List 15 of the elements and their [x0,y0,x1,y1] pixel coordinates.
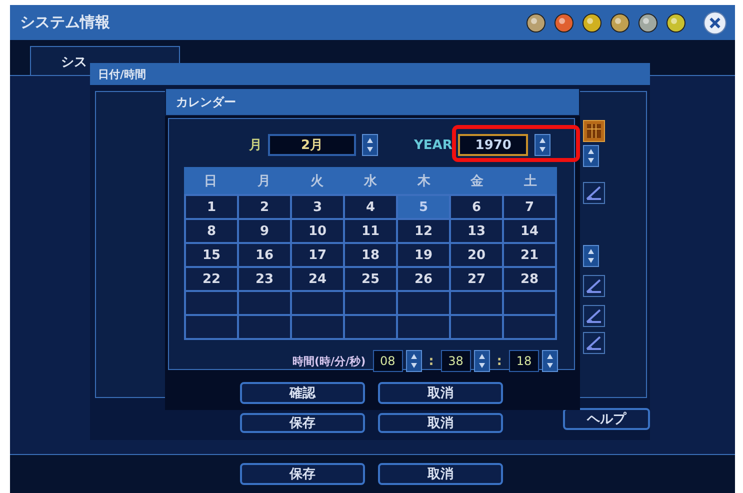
weekday-header: 金 [470,172,485,190]
year-label: YEAR [414,138,452,152]
weekday-header: 日 [203,172,218,190]
weekday-header: 木 [416,172,432,190]
dialog-title: 日付/時間 [98,66,146,82]
window-title: システム情報 [20,13,110,32]
time-separator: : [428,354,434,368]
time-label: 時間(時/分/秒) [292,354,366,368]
weekday-header: 火 [310,172,325,190]
time-separator: : [496,354,502,368]
dialog-title: カレンダー [176,94,236,110]
month-label: 月 [249,137,262,154]
weekday-header: 水 [362,172,378,190]
weekday-header: 月 [256,172,272,190]
weekday-header: 土 [522,172,538,190]
